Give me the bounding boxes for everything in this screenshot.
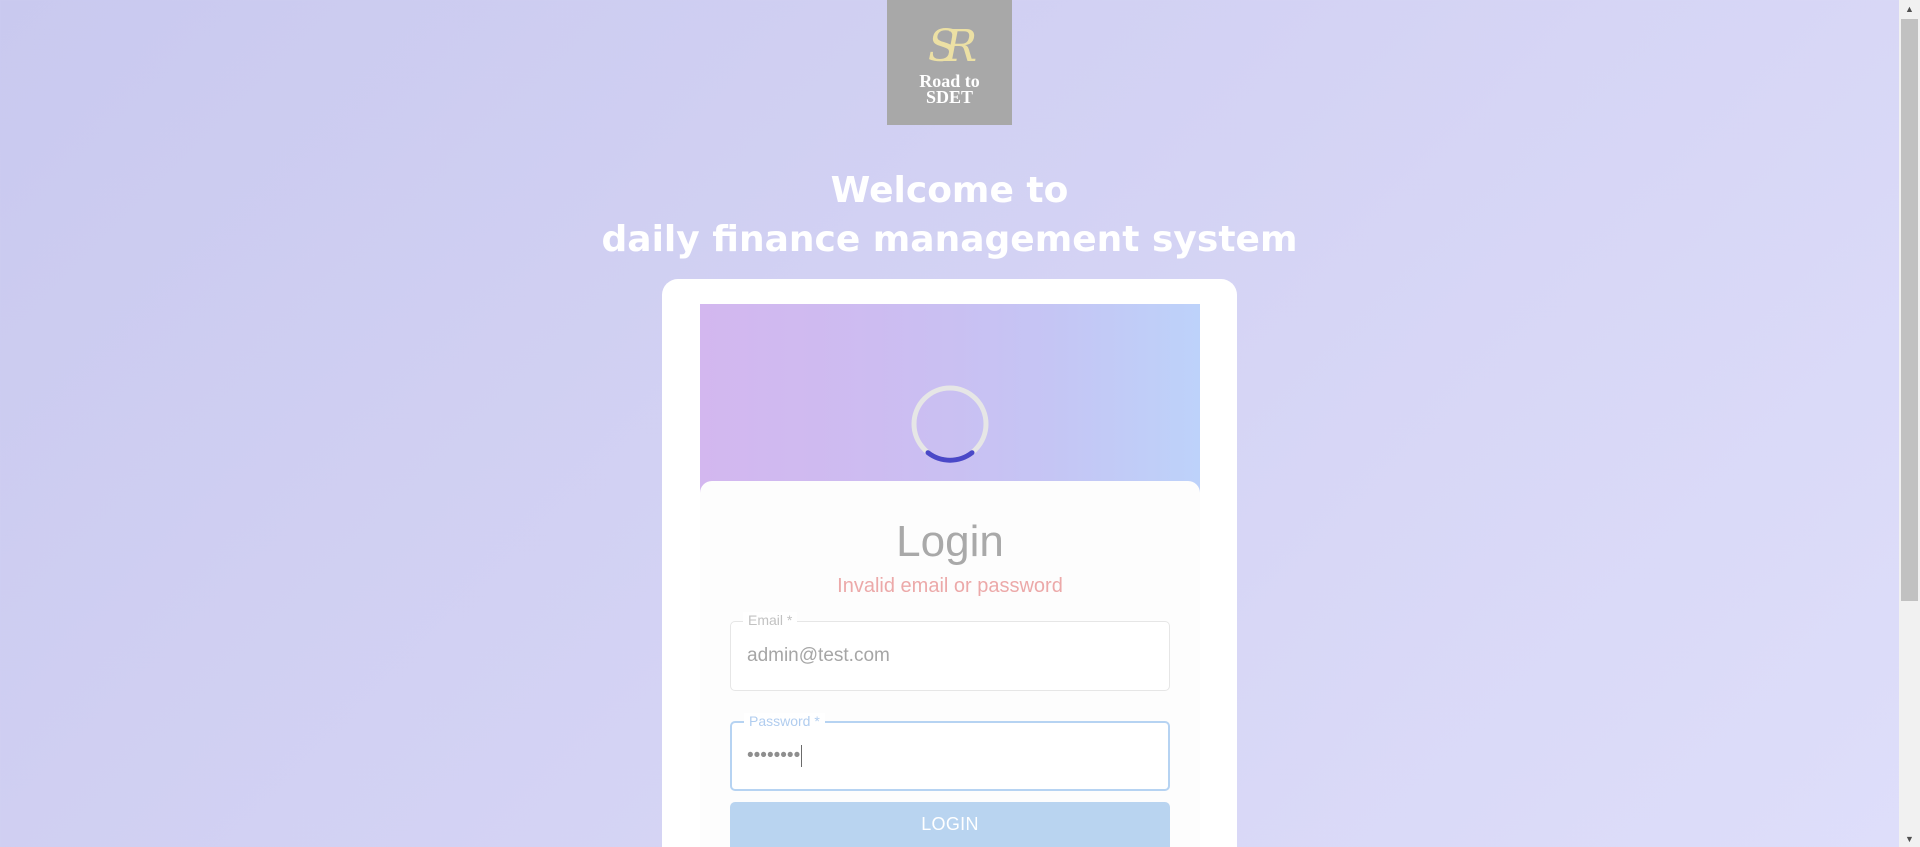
- welcome-line-1: Welcome to: [830, 170, 1069, 211]
- scrollbar-thumb[interactable]: [1901, 19, 1918, 601]
- error-message: Invalid email or password: [837, 575, 1063, 597]
- password-input[interactable]: ••••••••: [747, 723, 1147, 789]
- login-button[interactable]: LOGIN: [730, 802, 1170, 847]
- site-logo: SR Road to SDET: [887, 0, 1012, 125]
- vertical-scrollbar[interactable]: ▲ ▼: [1899, 0, 1920, 847]
- welcome-line-2: daily finance management system: [601, 219, 1298, 260]
- logo-text: Road to SDET: [919, 70, 980, 107]
- password-field[interactable]: Password * ••••••••: [730, 713, 1170, 791]
- loading-spinner-icon: [911, 385, 989, 463]
- scroll-down-arrow-icon[interactable]: ▼: [1899, 830, 1920, 847]
- login-title: Login: [896, 517, 1004, 566]
- welcome-heading: Welcome to daily finance management syst…: [0, 166, 1899, 264]
- email-field[interactable]: Email * admin@test.com: [730, 612, 1170, 691]
- password-value: ••••••••: [747, 745, 801, 766]
- text-caret: [801, 745, 803, 767]
- email-input[interactable]: admin@test.com: [747, 622, 1147, 690]
- logo-monogram: SR: [927, 20, 977, 72]
- scroll-up-arrow-icon[interactable]: ▲: [1899, 0, 1920, 17]
